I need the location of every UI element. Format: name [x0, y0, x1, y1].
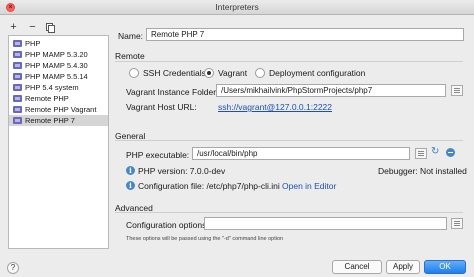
list-item[interactable]: PHP MAMP 5.4.30 — [9, 60, 108, 71]
configuration-file-text: Configuration file: /etc/php7/php-cli.in… — [138, 181, 280, 191]
advanced-divider — [115, 212, 463, 213]
interpreter-list: PHP PHP MAMP 5.3.20 PHP MAMP 5.4.30 PHP … — [8, 35, 109, 249]
radio-circle-selected — [204, 68, 214, 78]
close-window-button[interactable]: × — [6, 3, 15, 12]
title-bar: × Interpreters — [0, 0, 474, 15]
deployment-configuration-radio[interactable]: Deployment configuration — [255, 68, 365, 78]
vagrant-host-url[interactable]: ssh://vagrant@127.0.0.1:2222 — [218, 102, 332, 112]
php-executable-field[interactable]: /usr/local/bin/php — [192, 147, 410, 160]
php-icon — [13, 106, 22, 113]
vagrant-folder-field[interactable]: /Users/mikhailvink/PhpStormProjects/php7 — [216, 84, 446, 97]
browse-executable-button[interactable] — [415, 148, 427, 159]
configuration-options-label: Configuration options: — [126, 220, 209, 230]
configuration-options-note: These options will be passed using the "… — [126, 236, 284, 242]
vagrant-radio[interactable]: Vagrant — [204, 68, 247, 78]
php-icon — [13, 117, 22, 124]
php-icon — [13, 51, 22, 58]
apply-button[interactable]: Apply — [386, 260, 420, 274]
php-icon — [13, 73, 22, 80]
window-title: Interpreters — [215, 2, 259, 12]
vagrant-host-label: Vagrant Host URL: — [126, 102, 197, 112]
remove-interpreter-button[interactable]: − — [27, 22, 38, 33]
list-item-selected[interactable]: Remote PHP 7 — [9, 115, 108, 126]
browse-folder-button[interactable] — [451, 85, 463, 96]
add-interpreter-button[interactable]: + — [8, 22, 19, 33]
remove-icon[interactable] — [446, 148, 455, 157]
php-version-text: PHP version: 7.0.0-dev — [138, 166, 226, 176]
info-icon: i — [126, 181, 135, 190]
list-item[interactable]: Remote PHP Vagrant — [9, 104, 108, 115]
debugger-status: Debugger: Not installed — [378, 166, 467, 176]
general-divider — [115, 140, 463, 141]
list-item[interactable]: PHP MAMP 5.3.20 — [9, 49, 108, 60]
vagrant-folder-label: Vagrant Instance Folder: — [126, 87, 219, 97]
ok-button[interactable]: OK — [424, 260, 466, 274]
name-label: Name: — [118, 31, 144, 41]
cancel-button[interactable]: Cancel — [332, 260, 382, 274]
interpreter-toolbar: + − — [8, 22, 57, 33]
list-item[interactable]: Remote PHP — [9, 93, 108, 104]
php-icon — [13, 95, 22, 102]
open-in-editor-link[interactable]: Open in Editor — [282, 181, 336, 191]
list-item[interactable]: PHP 5.4 system — [9, 82, 108, 93]
name-field[interactable]: Remote PHP 7 — [146, 28, 464, 41]
configuration-options-field[interactable] — [204, 217, 447, 230]
list-item[interactable]: PHP MAMP 5.5.14 — [9, 71, 108, 82]
php-icon — [13, 40, 22, 47]
remote-section-title: Remote — [115, 51, 145, 61]
help-button[interactable]: ? — [7, 262, 19, 274]
reload-icon[interactable]: ↻ — [431, 147, 439, 157]
php-icon — [13, 84, 22, 91]
window-controls: × — [6, 3, 15, 12]
list-item[interactable]: PHP — [9, 38, 108, 49]
radio-circle — [129, 68, 139, 78]
php-icon — [13, 62, 22, 69]
configuration-options-button[interactable] — [451, 218, 463, 229]
remote-divider — [115, 61, 463, 62]
ssh-credentials-radio[interactable]: SSH Credentials — [129, 68, 206, 78]
copy-icon[interactable] — [46, 22, 57, 33]
php-executable-label: PHP executable: — [126, 150, 190, 160]
radio-circle — [255, 68, 265, 78]
info-icon: i — [126, 166, 135, 175]
